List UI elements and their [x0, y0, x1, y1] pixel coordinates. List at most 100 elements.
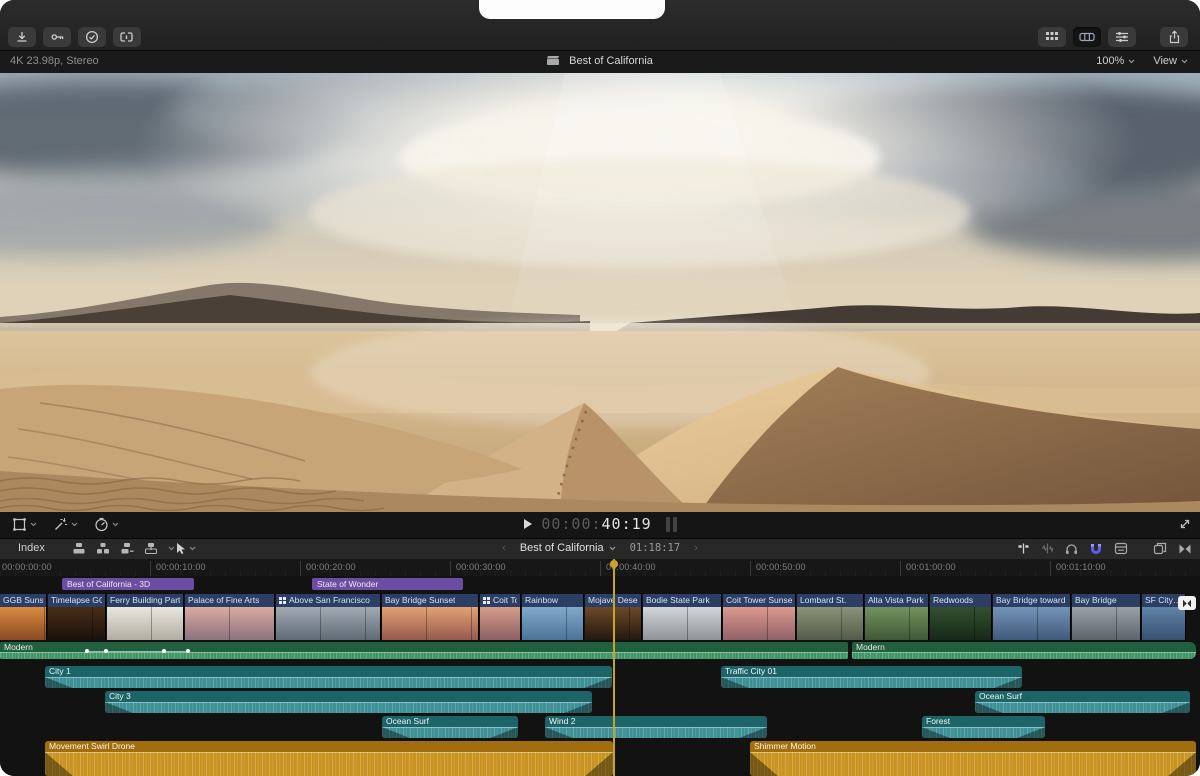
clip-name-text: Rainbow: [525, 594, 558, 607]
video-clip[interactable]: Timelapse GGB: [48, 594, 106, 640]
audio-clip[interactable]: Forest: [922, 716, 1045, 738]
timecode-display[interactable]: 00:00:40:19: [541, 515, 651, 533]
video-clip[interactable]: Lombard St.: [797, 594, 864, 640]
video-clip[interactable]: Coit Tower Sunset: [723, 594, 796, 640]
video-clip[interactable]: Above San Francisco: [276, 594, 381, 640]
music-clip[interactable]: Modern: [0, 642, 848, 659]
tasks-check-icon[interactable]: [78, 27, 106, 47]
project-duration: 01:18:17: [630, 542, 681, 554]
clip-name-text: Bay Bridge Sunset: [385, 594, 455, 607]
skimming-icon[interactable]: [1017, 542, 1030, 555]
title-clip[interactable]: State of Wonder: [312, 578, 463, 590]
audio-clip[interactable]: City 1: [45, 666, 612, 688]
toolbar-left-group: [8, 27, 141, 47]
adjust-sliders-icon[interactable]: [1108, 27, 1136, 47]
clip-thumbnail: [522, 607, 583, 640]
audio-clip-name: City 1: [45, 666, 612, 677]
ruler-timecode: 00:01:10:00: [1056, 562, 1106, 572]
music-waveform: [0, 652, 848, 659]
transitions-browser-icon[interactable]: [1178, 543, 1192, 555]
keyframe-dot[interactable]: [162, 649, 166, 653]
audio-clip[interactable]: Traffic City 01: [721, 666, 1022, 688]
audio-clip[interactable]: Ocean Surf: [975, 691, 1190, 713]
video-clip[interactable]: Alta Vista Park: [865, 594, 929, 640]
audio-waveform: [45, 677, 612, 688]
clip-thumbnail: [185, 607, 274, 640]
key-icon[interactable]: [43, 27, 71, 47]
clip-thumbnail: [1142, 607, 1185, 640]
video-clip[interactable]: Bodie State Park: [643, 594, 722, 640]
effects-browser-icon[interactable]: [1153, 542, 1167, 555]
prev-project-icon[interactable]: ‹: [502, 542, 506, 554]
audio-clip-name: Ocean Surf: [975, 691, 1190, 702]
video-clip[interactable]: GGB Sunset: [0, 594, 47, 640]
clip-name-text: Timelapse GGB: [51, 594, 102, 607]
zoom-dropdown[interactable]: 100%: [1096, 55, 1135, 67]
video-clip[interactable]: Bay Bridge: [1072, 594, 1141, 640]
clip-name-text: Bodie State Park: [646, 594, 710, 607]
clip-thumbnail: [1072, 607, 1140, 640]
range-selection-icon[interactable]: [113, 27, 141, 47]
next-project-icon[interactable]: ›: [694, 542, 698, 554]
share-icon[interactable]: [1160, 27, 1188, 47]
timeline-end-marker-icon: [1178, 596, 1196, 610]
audio-clip-name: Forest: [922, 716, 1045, 727]
music-waveform: [852, 652, 1196, 659]
timeline-project-name[interactable]: Best of California: [520, 542, 616, 554]
snapping-icon[interactable]: [1089, 543, 1103, 555]
clip-name: Coit Tower Sunset: [723, 594, 795, 607]
audio-clip-name: Shimmer Motion: [750, 741, 1196, 752]
music-clip[interactable]: Modern: [852, 642, 1196, 659]
app-window: 4K 23.98p, Stereo Best of California 100…: [0, 0, 1200, 776]
clip-name-text: Lombard St.: [800, 594, 846, 607]
video-clip[interactable]: Bay Bridge Sunset: [382, 594, 479, 640]
keyframe-dot[interactable]: [186, 649, 190, 653]
video-clip[interactable]: Rainbow: [522, 594, 584, 640]
play-icon[interactable]: [523, 518, 533, 530]
clip-name-text: GGB Sunset: [3, 594, 43, 607]
expand-icon[interactable]: [1178, 517, 1192, 531]
video-clip[interactable]: Palace of Fine Arts: [185, 594, 275, 640]
audio-clip[interactable]: Wind 2: [545, 716, 767, 738]
playhead-handle[interactable]: [610, 560, 618, 568]
audio-meters[interactable]: [666, 517, 677, 532]
clip-thumbnail: [643, 607, 721, 640]
ruler-tick: [600, 561, 601, 576]
clip-name: Bodie State Park: [643, 594, 721, 607]
audio-clip[interactable]: Shimmer Motion: [750, 741, 1196, 776]
timeline-ruler[interactable]: 00:00:00:0000:00:10:0000:00:20:0000:00:3…: [0, 559, 1200, 577]
ruler-tick: [1050, 561, 1051, 576]
toolbar-right-group: [1038, 27, 1188, 47]
playhead[interactable]: [613, 559, 615, 776]
import-icon[interactable]: [8, 27, 36, 47]
ruler-timecode: 00:00:10:00: [156, 562, 206, 572]
audio-skimming-icon[interactable]: [1041, 542, 1054, 555]
clip-name: Bay Bridge Sunset: [382, 594, 478, 607]
audio-clip[interactable]: Ocean Surf: [382, 716, 518, 738]
audio-waveform: [750, 752, 1196, 776]
keyframe-dot[interactable]: [85, 649, 89, 653]
video-clip[interactable]: Coit To…: [480, 594, 521, 640]
clip-name: Timelapse GGB: [48, 594, 105, 607]
solo-icon[interactable]: [1065, 543, 1078, 555]
video-clip[interactable]: Redwoods: [930, 594, 992, 640]
title-clip[interactable]: Best of California - 3D: [62, 578, 194, 590]
audio-waveform: [922, 727, 1045, 738]
clip-name-text: Alta Vista Park: [868, 594, 924, 607]
audio-clip[interactable]: Movement Swirl Drone: [45, 741, 613, 776]
clip-appearance-icon[interactable]: [1114, 542, 1128, 555]
video-clip[interactable]: Ferry Building Part 2: [107, 594, 184, 640]
audio-clip-name: Movement Swirl Drone: [45, 741, 613, 752]
audio-clip[interactable]: City 3: [105, 691, 592, 713]
timeline-toolbar: Index ‹ Best of California 01:18:17 ›: [0, 538, 1200, 560]
project-title: Best of California: [569, 55, 653, 67]
keyframe-dot[interactable]: [104, 649, 108, 653]
clip-thumbnail: [480, 607, 520, 640]
ruler-timecode: 00:00:50:00: [756, 562, 806, 572]
clip-thumbnail: [0, 607, 46, 640]
clip-name: Bay Bridge toward SF: [993, 594, 1070, 607]
video-clip[interactable]: Bay Bridge toward SF: [993, 594, 1071, 640]
grid-view-icon[interactable]: [1038, 27, 1066, 47]
view-dropdown[interactable]: View: [1153, 55, 1188, 67]
filmstrip-view-icon[interactable]: [1073, 27, 1101, 47]
